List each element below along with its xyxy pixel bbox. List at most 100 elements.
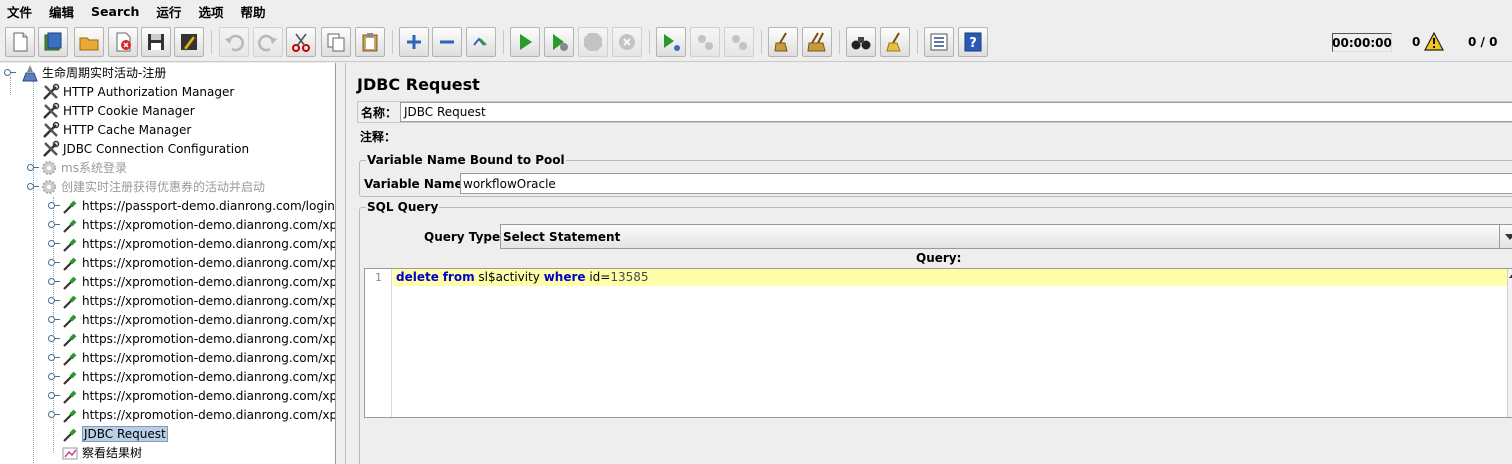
tree-node-sampler[interactable]: https://xpromotion-demo.dianrong.com/xpr… bbox=[48, 329, 335, 348]
close-file-icon bbox=[116, 32, 131, 52]
tree-label-sampler: https://xpromotion-demo.dianrong.com/xpr… bbox=[82, 388, 336, 403]
tree-node-sampler[interactable]: https://xpromotion-demo.dianrong.com/xpr… bbox=[48, 215, 336, 234]
tree-node-sampler[interactable]: https://xpromotion-demo.dianrong.com/xpr… bbox=[48, 234, 335, 253]
save-as-button[interactable] bbox=[174, 27, 204, 57]
undo-button[interactable] bbox=[219, 27, 249, 57]
sql-keyword: from bbox=[442, 270, 475, 284]
tree-node-sampler[interactable]: https://xpromotion-demo.dianrong.com/xpr… bbox=[48, 253, 335, 272]
test-plan-icon bbox=[22, 64, 38, 81]
gear-icon bbox=[42, 160, 56, 175]
stop-icon bbox=[584, 33, 602, 51]
tree-node-sampler[interactable]: https://xpromotion-demo.dianrong.com/xpr… bbox=[48, 386, 336, 405]
tree-label-sampler: https://xpromotion-demo.dianrong.com/xpr… bbox=[82, 217, 336, 232]
name-row: 名称： JDBC Request bbox=[357, 101, 1512, 123]
tree-node-sampler[interactable]: https://xpromotion-demo.dianrong.com/xpr… bbox=[48, 348, 335, 367]
tree-node-sampler[interactable]: https://xpromotion-demo.dianrong.com/xpr… bbox=[48, 367, 335, 386]
tree-node-sampler[interactable]: https://xpromotion-demo.dianrong.com/xpr… bbox=[48, 291, 335, 310]
sql-group-title: SQL Query bbox=[366, 200, 440, 214]
redo-button[interactable] bbox=[253, 27, 283, 57]
save-button[interactable] bbox=[141, 27, 171, 57]
tree-expander[interactable] bbox=[48, 316, 60, 323]
split-pane-divider[interactable] bbox=[337, 63, 346, 464]
copy-button[interactable] bbox=[321, 27, 351, 57]
line-number: 1 bbox=[375, 271, 382, 284]
tree-expander[interactable] bbox=[48, 335, 60, 342]
scroll-up-icon[interactable] bbox=[1508, 271, 1512, 281]
pipette-icon bbox=[63, 333, 77, 347]
search-button[interactable] bbox=[846, 27, 876, 57]
templates-button[interactable] bbox=[38, 27, 68, 57]
menu-options[interactable]: 选项 bbox=[197, 1, 224, 22]
tree-node-sampler[interactable]: https://xpromotion-demo.dianrong.com/xpr… bbox=[48, 272, 335, 291]
name-field[interactable]: JDBC Request bbox=[400, 102, 1512, 122]
reset-search-button[interactable] bbox=[880, 27, 910, 57]
tree-expander[interactable] bbox=[48, 259, 60, 266]
query-editor[interactable]: 1 delete from sl$activity where id=13585 bbox=[364, 268, 1512, 418]
query-type-select[interactable]: Select Statement bbox=[500, 224, 1512, 249]
stop-button[interactable] bbox=[578, 27, 608, 57]
test-plan-tree[interactable]: 生命周期实时活动-注册 HTTP Authorization Manager H… bbox=[0, 63, 336, 464]
warning-icon[interactable] bbox=[1424, 32, 1444, 51]
start-button[interactable] bbox=[510, 27, 540, 57]
pipette-icon bbox=[63, 390, 77, 404]
remote-stop-all-button[interactable] bbox=[690, 27, 720, 57]
tree-node-controller[interactable]: 创建实时注册获得优惠券的活动并启动 bbox=[27, 177, 265, 196]
tree-expander[interactable] bbox=[48, 392, 60, 399]
help-icon: ? bbox=[964, 32, 982, 52]
tree-label-sampler: https://xpromotion-demo.dianrong.com/xpr… bbox=[82, 407, 336, 422]
tree-expander[interactable] bbox=[48, 240, 60, 247]
tree-node-sampler[interactable]: https://xpromotion-demo.dianrong.com/xpr… bbox=[48, 310, 336, 329]
collapse-all-button[interactable] bbox=[432, 27, 462, 57]
tree-node-sampler[interactable]: https://passport-demo.dianrong.com/login… bbox=[48, 196, 335, 215]
help-button[interactable]: ? bbox=[958, 27, 988, 57]
cut-button[interactable] bbox=[286, 27, 316, 57]
tree-label-sampler: https://xpromotion-demo.dianrong.com/xpr… bbox=[82, 312, 336, 327]
menu-run[interactable]: 运行 bbox=[155, 1, 182, 22]
remote-shutdown-all-button[interactable] bbox=[724, 27, 754, 57]
start-no-pauses-button[interactable] bbox=[544, 27, 574, 57]
remote-start-all-button[interactable] bbox=[656, 27, 686, 57]
menu-help[interactable]: 帮助 bbox=[239, 1, 266, 22]
tree-expander[interactable] bbox=[48, 202, 60, 209]
tree-expander[interactable] bbox=[27, 183, 39, 190]
tree-expander[interactable] bbox=[48, 411, 60, 418]
function-helper-button[interactable] bbox=[924, 27, 954, 57]
binoculars-icon bbox=[851, 37, 871, 50]
tree-expander[interactable] bbox=[4, 69, 16, 76]
pipette-icon bbox=[63, 371, 77, 385]
tree-node-sampler[interactable]: https://xpromotion-demo.dianrong.com/xpr… bbox=[48, 405, 336, 424]
comment-field[interactable] bbox=[399, 126, 1512, 146]
close-button[interactable] bbox=[108, 27, 138, 57]
toggle-button[interactable] bbox=[466, 27, 496, 57]
tree-expander[interactable] bbox=[48, 373, 60, 380]
tree-node-config[interactable]: JDBC Connection Configuration bbox=[42, 139, 249, 158]
dropdown-arrow-icon[interactable] bbox=[1499, 225, 1512, 248]
clear-all-button[interactable] bbox=[802, 27, 832, 57]
menu-file[interactable]: 文件 bbox=[6, 1, 33, 22]
new-button[interactable] bbox=[5, 27, 35, 57]
tree-node-config[interactable]: HTTP Authorization Manager bbox=[42, 82, 234, 101]
tree-node-root[interactable]: 生命周期实时活动-注册 bbox=[4, 63, 166, 82]
query-text[interactable]: delete from sl$activity where id=13585 bbox=[396, 270, 649, 284]
shutdown-button[interactable] bbox=[612, 27, 642, 57]
reset-search-icon bbox=[886, 32, 901, 52]
tree-node-config[interactable]: HTTP Cookie Manager bbox=[42, 101, 195, 120]
clear-button[interactable] bbox=[768, 27, 798, 57]
editor-scrollbar[interactable] bbox=[1507, 269, 1512, 417]
expand-all-button[interactable] bbox=[399, 27, 429, 57]
menu-edit[interactable]: 编辑 bbox=[48, 1, 75, 22]
tree-expander[interactable] bbox=[48, 297, 60, 304]
page-title: JDBC Request bbox=[357, 75, 480, 94]
variable-name-field[interactable]: workflowOracle bbox=[460, 173, 1512, 194]
tree-expander[interactable] bbox=[27, 164, 39, 171]
menu-search[interactable]: Search bbox=[90, 3, 140, 20]
tree-node-listener[interactable]: 察看结果树 bbox=[61, 443, 142, 462]
paste-button[interactable] bbox=[355, 27, 385, 57]
tree-expander[interactable] bbox=[48, 278, 60, 285]
tree-expander[interactable] bbox=[48, 354, 60, 361]
tree-expander[interactable] bbox=[48, 221, 60, 228]
tree-node-selected[interactable]: JDBC Request bbox=[61, 424, 168, 443]
open-button[interactable] bbox=[74, 27, 104, 57]
tree-node-controller[interactable]: ms系统登录 bbox=[27, 158, 127, 177]
tree-node-config[interactable]: HTTP Cache Manager bbox=[42, 120, 191, 139]
